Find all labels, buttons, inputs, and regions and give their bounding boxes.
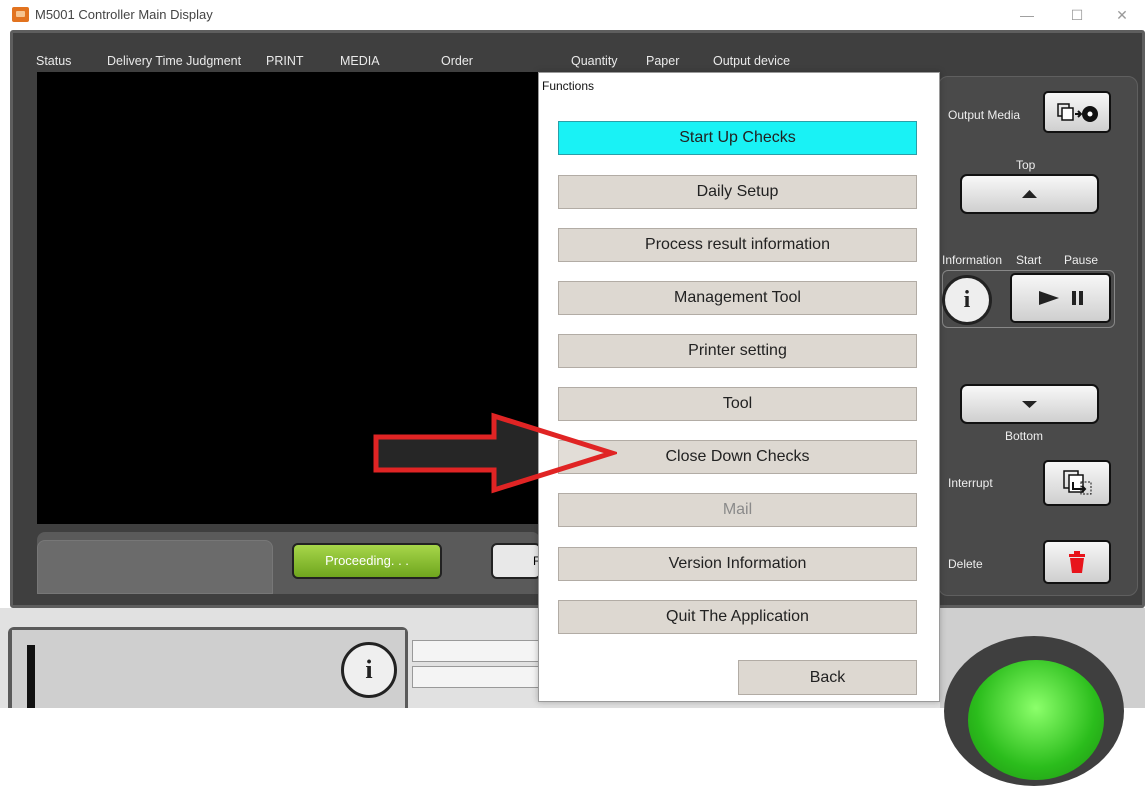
- delete-label: Delete: [948, 557, 983, 571]
- delete-button[interactable]: [1043, 540, 1111, 584]
- status-tab: [37, 540, 273, 594]
- information-label: Information: [942, 253, 1003, 267]
- maximize-button[interactable]: ☐: [1060, 3, 1094, 27]
- bottom-information-button[interactable]: i: [341, 642, 397, 698]
- app-icon: [12, 7, 29, 22]
- bottom-field-1: [412, 640, 542, 662]
- trash-icon: [1069, 551, 1085, 573]
- start-pause-button[interactable]: [1010, 273, 1111, 323]
- column-delivery-time-judgment[interactable]: Delivery Time Judgment: [107, 54, 241, 68]
- top-label: Top: [1016, 158, 1036, 172]
- proceeding-button[interactable]: Proceeding. . .: [292, 543, 442, 579]
- move-top-button[interactable]: [960, 174, 1099, 214]
- start-label: Start: [1016, 253, 1042, 267]
- bottom-indicator-bar: [27, 645, 35, 708]
- window-title: M5001 Controller Main Display: [35, 7, 213, 22]
- green-power-button[interactable]: [968, 660, 1104, 780]
- version-information-button[interactable]: Version Information: [558, 547, 917, 581]
- interrupt-label: Interrupt: [948, 476, 993, 490]
- play-pause-icon: [1039, 291, 1083, 305]
- interrupt-button[interactable]: [1043, 460, 1111, 506]
- triangle-up-icon: [1022, 190, 1037, 198]
- mail-button: Mail: [558, 493, 917, 527]
- output-media-icon: [1057, 103, 1098, 122]
- column-print[interactable]: PRINT: [266, 54, 304, 68]
- pause-label: Pause: [1064, 253, 1099, 267]
- printer-setting-button[interactable]: Printer setting: [558, 334, 917, 368]
- annotation-arrow-icon: [373, 412, 617, 494]
- information-button[interactable]: i: [942, 275, 992, 325]
- start-up-checks-button[interactable]: Start Up Checks: [558, 121, 917, 155]
- daily-setup-button[interactable]: Daily Setup: [558, 175, 917, 209]
- move-bottom-button[interactable]: [960, 384, 1099, 424]
- management-tool-button[interactable]: Management Tool: [558, 281, 917, 315]
- process-result-information-button[interactable]: Process result information: [558, 228, 917, 262]
- column-paper[interactable]: Paper: [646, 54, 679, 68]
- job-list-header: Status Delivery Time Judgment PRINT MEDI…: [12, 48, 932, 72]
- column-quantity[interactable]: Quantity: [571, 54, 618, 68]
- output-media-label: Output Media: [948, 108, 1021, 122]
- output-media-button[interactable]: [1043, 91, 1111, 133]
- control-panel: [938, 76, 1138, 596]
- minimize-button[interactable]: —: [1010, 3, 1044, 27]
- column-output-device[interactable]: Output device: [713, 54, 790, 68]
- quit-the-application-button[interactable]: Quit The Application: [558, 600, 917, 634]
- triangle-down-icon: [1022, 401, 1037, 408]
- column-order[interactable]: Order: [441, 54, 473, 68]
- partially-hidden-button[interactable]: F: [491, 543, 541, 579]
- interrupt-icon: [1063, 470, 1092, 495]
- close-button[interactable]: ✕: [1105, 3, 1139, 27]
- dialog-title: Functions: [542, 79, 595, 93]
- column-media[interactable]: MEDIA: [340, 54, 380, 68]
- back-button[interactable]: Back: [738, 660, 917, 695]
- column-status[interactable]: Status: [36, 54, 71, 68]
- bottom-label: Bottom: [1005, 429, 1044, 443]
- bottom-field-2: [412, 666, 542, 688]
